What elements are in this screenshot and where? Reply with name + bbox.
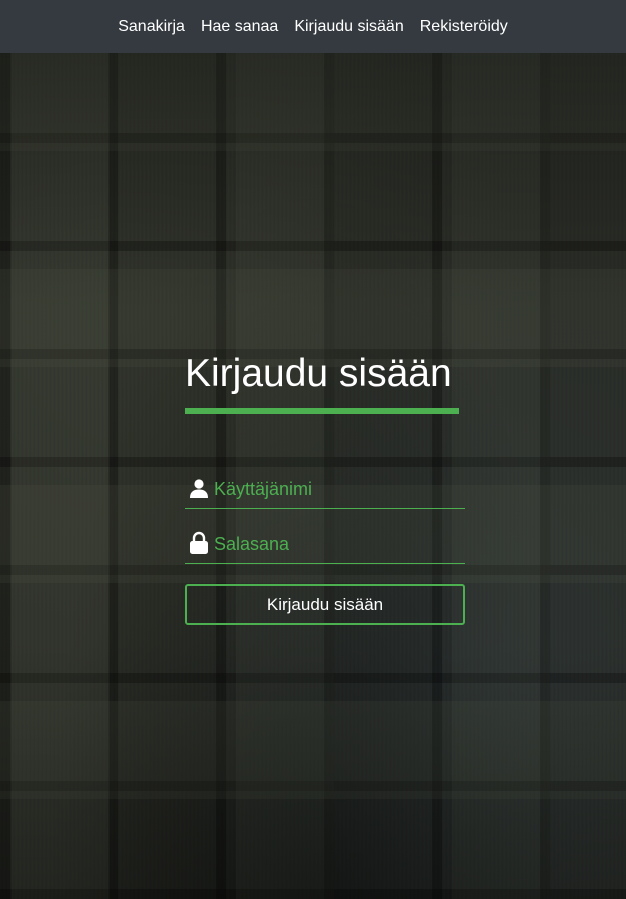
lock-icon (187, 531, 211, 555)
login-form: Kirjaudu sisään Kirjaudu sisään (185, 350, 465, 625)
user-icon (187, 476, 211, 500)
password-input[interactable] (211, 533, 454, 555)
top-navbar: Sanakirja Hae sanaa Kirjaudu sisään Reki… (0, 0, 626, 53)
title-underline (185, 408, 459, 414)
nav-link-login[interactable]: Kirjaudu sisään (286, 18, 411, 36)
username-field (185, 468, 465, 509)
login-button[interactable]: Kirjaudu sisään (185, 584, 465, 625)
nav-link-register[interactable]: Rekisteröidy (412, 18, 516, 36)
username-input[interactable] (211, 478, 454, 500)
login-title: Kirjaudu sisään (185, 352, 452, 395)
nav-link-dictionary[interactable]: Sanakirja (110, 18, 193, 36)
password-field (185, 523, 465, 564)
nav-link-search-word[interactable]: Hae sanaa (193, 18, 286, 36)
